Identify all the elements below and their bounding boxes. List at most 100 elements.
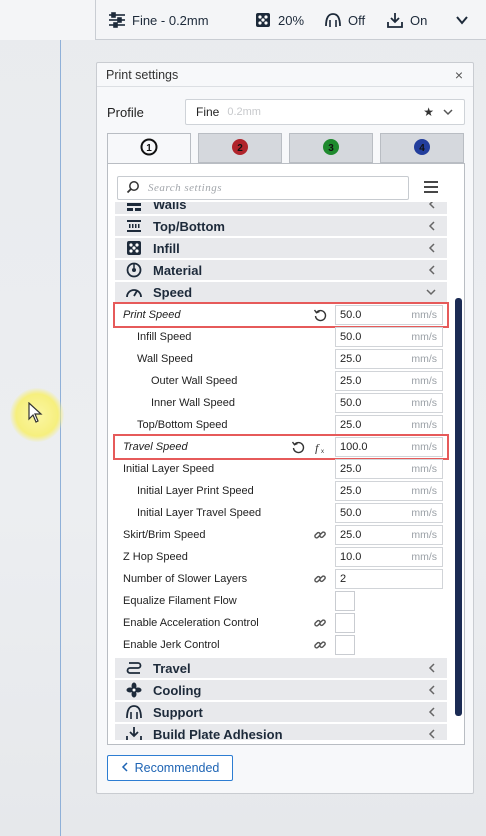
- link-icon[interactable]: [313, 616, 327, 630]
- print-profile-summary[interactable]: Fine - 0.2mm: [108, 10, 209, 30]
- setting-row-enable-acceleration-control: Enable Acceleration Control: [115, 612, 447, 634]
- setting-unit: mm/s: [411, 551, 437, 563]
- setting-label: Inner Wall Speed: [151, 397, 235, 409]
- setting-row-initial-layer-speed: Initial Layer Speed 25.0 mm/s: [115, 458, 447, 480]
- function-icon[interactable]: fx: [313, 440, 327, 455]
- extruder-4-icon: 4: [412, 137, 432, 160]
- tab-extruder-2[interactable]: 2: [198, 133, 282, 163]
- infill-summary-text: 20%: [278, 12, 305, 28]
- wall-speed-input[interactable]: 25.0 mm/s: [335, 349, 443, 369]
- extruder-1-icon: 1: [139, 137, 159, 160]
- setting-row-outer-wall-speed: Outer Wall Speed 25.0 mm/s: [115, 370, 447, 392]
- search-input[interactable]: Search settings: [117, 176, 409, 200]
- adhesion-icon: [125, 726, 143, 740]
- sliders-icon: [108, 11, 126, 29]
- setting-row-equalize-filament-flow: Equalize Filament Flow: [115, 590, 447, 612]
- profile-label: Profile: [107, 105, 144, 120]
- top-bottom-icon: [125, 218, 143, 234]
- setting-label: Travel Speed: [123, 441, 188, 453]
- setting-value: 25.0: [340, 485, 362, 497]
- profile-layer-height: 0.2mm: [227, 106, 261, 118]
- svg-text:f: f: [315, 441, 320, 454]
- link-icon[interactable]: [313, 572, 327, 586]
- setting-row-top-bottom-speed: Top/Bottom Speed 25.0 mm/s: [115, 414, 447, 436]
- infill-summary[interactable]: 20%: [254, 10, 304, 30]
- reset-icon[interactable]: [291, 440, 305, 454]
- support-icon: [324, 11, 342, 29]
- tab-extruder-4[interactable]: 4: [380, 133, 464, 163]
- category-build-plate-adhesion[interactable]: Build Plate Adhesion: [115, 724, 447, 740]
- setting-unit: mm/s: [411, 485, 437, 497]
- category-speed[interactable]: Speed: [115, 282, 447, 302]
- toolbar-left-area: [0, 0, 96, 40]
- setting-label: Outer Wall Speed: [151, 375, 238, 387]
- recommended-button[interactable]: Recommended: [107, 755, 233, 781]
- speedometer-icon: [125, 284, 143, 300]
- category-walls[interactable]: Walls: [115, 202, 447, 214]
- top-bottom-speed-input[interactable]: 25.0 mm/s: [335, 415, 443, 435]
- equalize-filament-flow-checkbox[interactable]: [335, 591, 355, 611]
- star-icon[interactable]: ★: [423, 105, 434, 119]
- link-icon[interactable]: [313, 528, 327, 542]
- travel-speed-input[interactable]: 100.0 mm/s: [335, 437, 443, 457]
- adhesion-summary[interactable]: On: [386, 10, 427, 30]
- link-icon[interactable]: [313, 638, 327, 652]
- setting-value: 25.0: [340, 419, 362, 431]
- setting-row-skirt-brim-speed: Skirt/Brim Speed 25.0 mm/s: [115, 524, 447, 546]
- setting-label: Number of Slower Layers: [123, 573, 248, 585]
- print-settings-panel: Print settings × Profile Fine 0.2mm ★ 1 …: [96, 62, 474, 794]
- outer-wall-speed-input[interactable]: 25.0 mm/s: [335, 371, 443, 391]
- setting-value: 50.0: [340, 309, 362, 321]
- category-support[interactable]: Support: [115, 702, 447, 722]
- settings-scrollbar[interactable]: [455, 298, 462, 716]
- category-cooling[interactable]: Cooling: [115, 680, 447, 700]
- category-top-bottom[interactable]: Top/Bottom: [115, 216, 447, 236]
- setting-label: Enable Acceleration Control: [123, 617, 259, 629]
- profile-summary-text: Fine - 0.2mm: [132, 12, 209, 28]
- category-material[interactable]: Material: [115, 260, 447, 280]
- setting-row-wall-speed: Wall Speed 25.0 mm/s: [115, 348, 447, 370]
- extruder-tabs: 1 2 3 4: [107, 133, 465, 164]
- chevron-left-icon: [427, 706, 437, 721]
- tab-extruder-3[interactable]: 3: [289, 133, 373, 163]
- support-summary[interactable]: Off: [324, 10, 365, 30]
- z-hop-speed-input[interactable]: 10.0 mm/s: [335, 547, 443, 567]
- setting-label: Equalize Filament Flow: [123, 595, 237, 607]
- close-icon[interactable]: ×: [455, 67, 463, 83]
- profile-select[interactable]: Fine 0.2mm ★: [185, 99, 465, 125]
- category-travel[interactable]: Travel: [115, 658, 447, 678]
- setting-label: Initial Layer Travel Speed: [137, 507, 262, 519]
- setting-row-enable-jerk-control: Enable Jerk Control: [115, 634, 447, 656]
- number-of-slower-layers-input[interactable]: 2: [335, 569, 443, 589]
- chevron-left-icon: [427, 662, 437, 677]
- chevron-down-icon[interactable]: [454, 12, 470, 28]
- setting-label: Wall Speed: [137, 353, 193, 365]
- initial-layer-travel-speed-input[interactable]: 50.0 mm/s: [335, 503, 443, 523]
- setting-unit: mm/s: [411, 375, 437, 387]
- top-toolbar: Fine - 0.2mm 20% Off On: [0, 0, 486, 40]
- category-infill[interactable]: Infill: [115, 238, 447, 258]
- setting-unit: mm/s: [411, 419, 437, 431]
- setting-unit: mm/s: [411, 441, 437, 453]
- setting-label: Initial Layer Print Speed: [137, 485, 254, 497]
- setting-unit: mm/s: [411, 397, 437, 409]
- inner-wall-speed-input[interactable]: 50.0 mm/s: [335, 393, 443, 413]
- tab-extruder-1[interactable]: 1: [107, 133, 191, 164]
- initial-layer-print-speed-input[interactable]: 25.0 mm/s: [335, 481, 443, 501]
- hamburger-menu-icon[interactable]: [422, 178, 440, 196]
- skirt-brim-speed-input[interactable]: 25.0 mm/s: [335, 525, 443, 545]
- setting-value: 50.0: [340, 397, 362, 409]
- reset-icon[interactable]: [313, 308, 327, 322]
- adhesion-summary-text: On: [410, 12, 428, 28]
- enable-jerk-control-checkbox[interactable]: [335, 635, 355, 655]
- chevron-down-icon: [425, 286, 437, 301]
- print-speed-input[interactable]: 50.0 mm/s: [335, 305, 443, 325]
- enable-acceleration-control-checkbox[interactable]: [335, 613, 355, 633]
- category-support-label: Support: [153, 704, 203, 720]
- initial-layer-speed-input[interactable]: 25.0 mm/s: [335, 459, 443, 479]
- setting-label: Skirt/Brim Speed: [123, 529, 206, 541]
- infill-speed-input[interactable]: 50.0 mm/s: [335, 327, 443, 347]
- extruder-3-icon: 3: [321, 137, 341, 160]
- chevron-left-icon: [121, 761, 129, 775]
- setting-unit: mm/s: [411, 463, 437, 475]
